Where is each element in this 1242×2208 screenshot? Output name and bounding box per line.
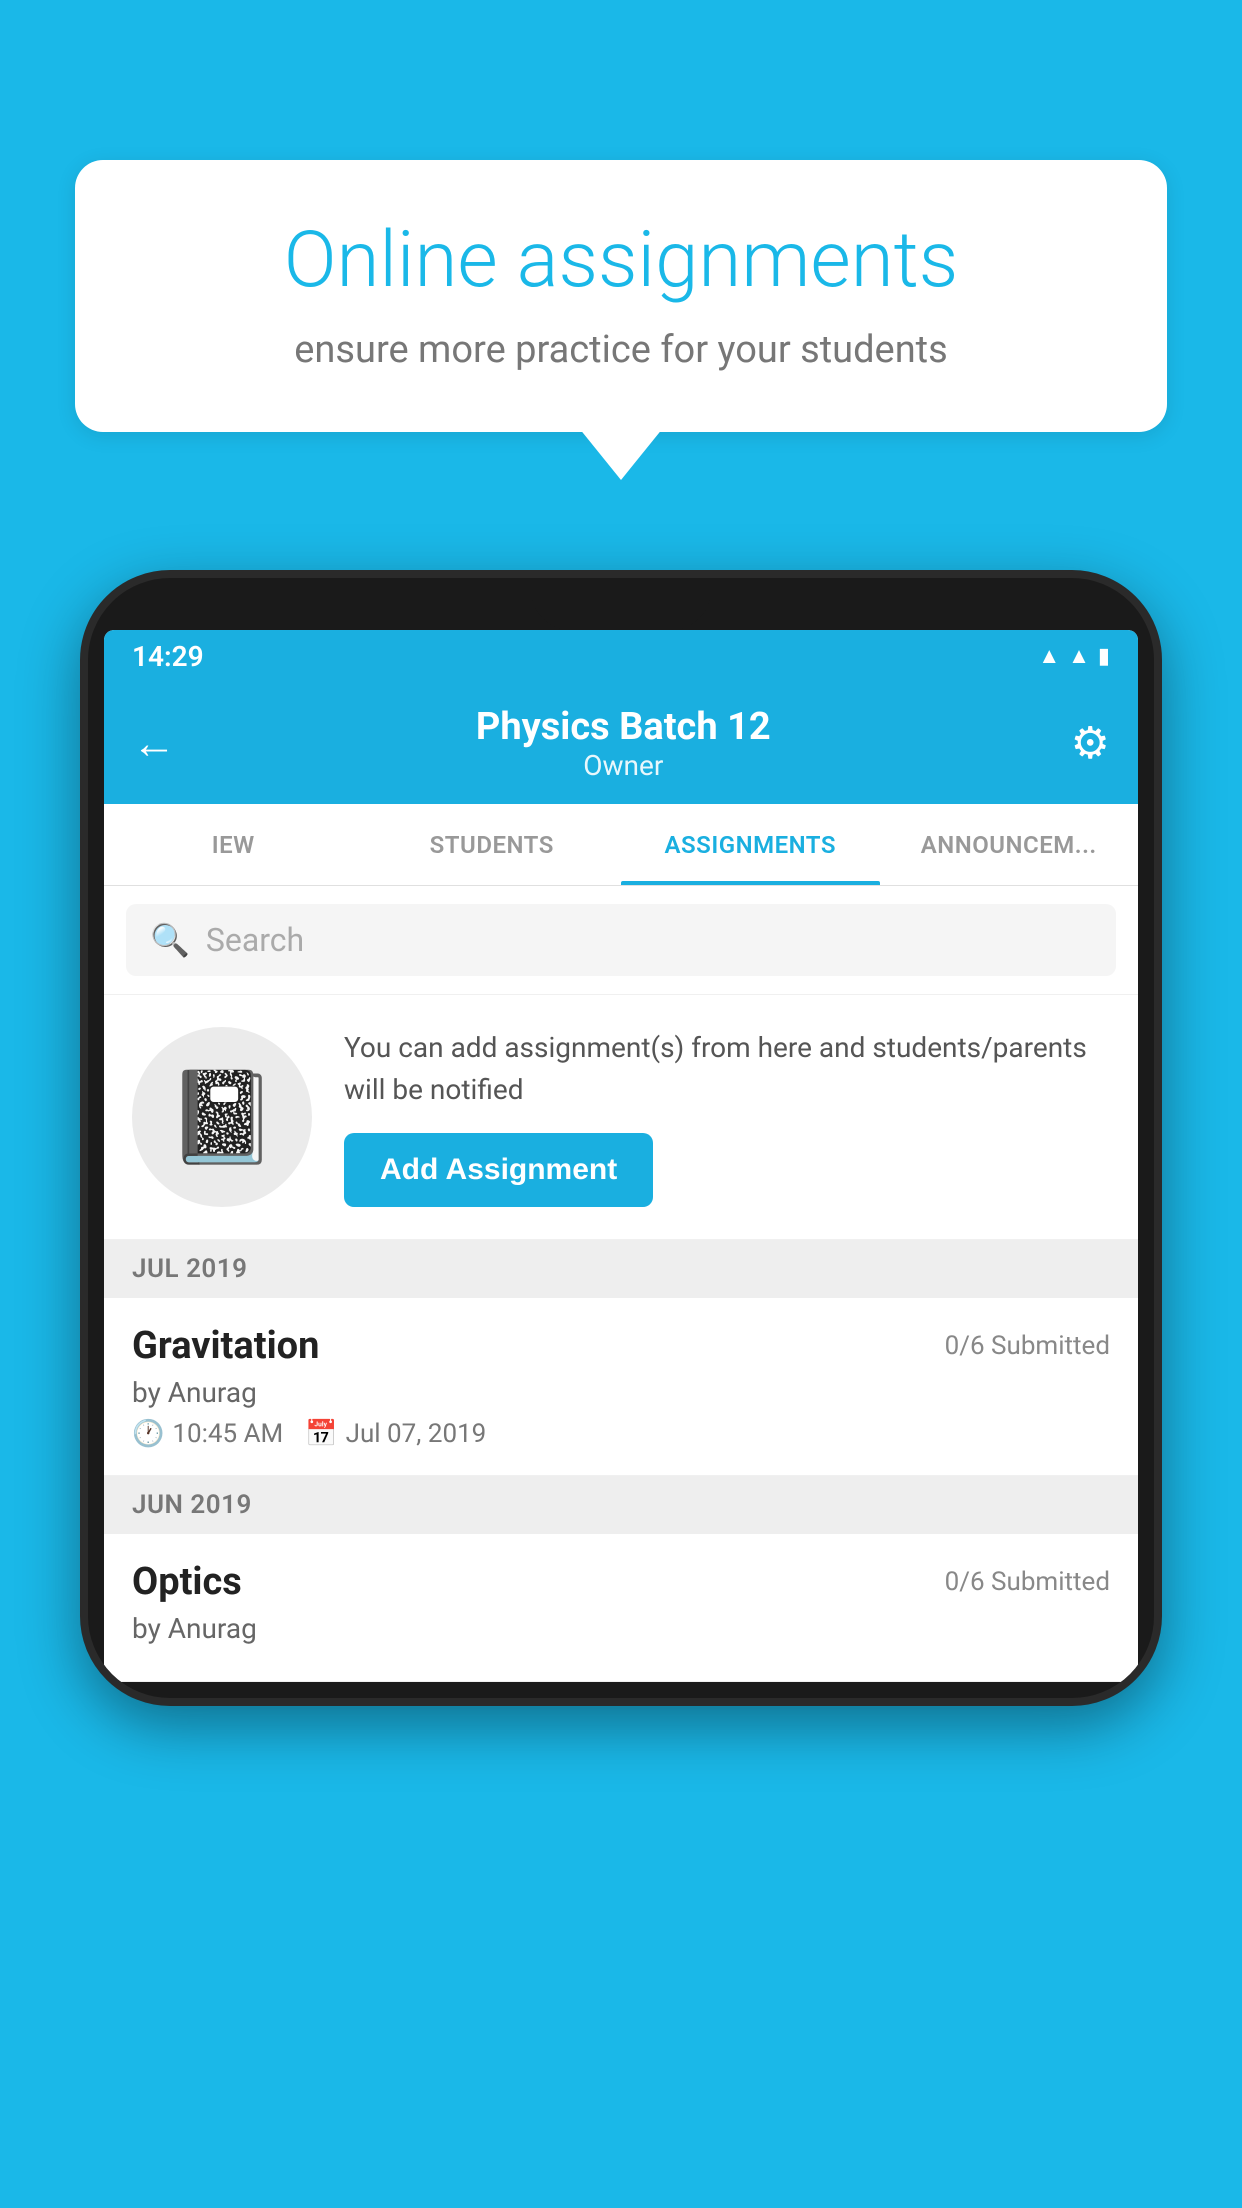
tab-announcements[interactable]: ANNOUNCEM...: [880, 804, 1139, 885]
wifi-icon: ▲: [1038, 643, 1060, 669]
header-title: Physics Batch 12: [476, 705, 771, 749]
section-header-jun: JUN 2019: [104, 1476, 1138, 1534]
notebook-icon: 📓: [166, 1065, 278, 1170]
assignment-name-optics: Optics: [132, 1560, 242, 1604]
battery-icon: ▮: [1098, 644, 1110, 669]
search-container: 🔍 Search: [104, 886, 1138, 995]
calendar-icon: 📅: [305, 1419, 337, 1449]
assignment-row1-optics: Optics 0/6 Submitted: [132, 1560, 1110, 1604]
app-header: ← Physics Batch 12 Owner ⚙: [104, 682, 1138, 804]
assignment-submitted-optics: 0/6 Submitted: [945, 1567, 1110, 1597]
side-button-left-1: [80, 758, 88, 818]
assignment-submitted-gravitation: 0/6 Submitted: [945, 1331, 1110, 1361]
promo-icon-circle: 📓: [132, 1027, 312, 1207]
speech-bubble-container: Online assignments ensure more practice …: [75, 160, 1167, 432]
speech-bubble-title: Online assignments: [140, 215, 1102, 306]
phone-container: 14:29 ▲ ▲ ▮ ← Physics Batch 12 Owner ⚙: [80, 570, 1162, 1706]
tab-iew[interactable]: IEW: [104, 804, 363, 885]
phone-frame: 14:29 ▲ ▲ ▮ ← Physics Batch 12 Owner ⚙: [80, 570, 1162, 1706]
tab-assignments[interactable]: ASSIGNMENTS: [621, 804, 880, 885]
search-icon: 🔍: [150, 921, 190, 959]
promo-text: You can add assignment(s) from here and …: [344, 1027, 1110, 1111]
search-placeholder: Search: [206, 921, 304, 959]
tab-students[interactable]: STUDENTS: [363, 804, 622, 885]
assignment-promo: 📓 You can add assignment(s) from here an…: [104, 995, 1138, 1240]
section-header-jul: JUL 2019: [104, 1240, 1138, 1298]
assignment-time-gravitation: 🕐 10:45 AM: [132, 1419, 283, 1449]
assignment-meta-gravitation: 🕐 10:45 AM 📅 Jul 07, 2019: [132, 1419, 1110, 1449]
speech-bubble-subtitle: ensure more practice for your students: [140, 328, 1102, 372]
assignment-name-gravitation: Gravitation: [132, 1324, 319, 1368]
phone-screen: 14:29 ▲ ▲ ▮ ← Physics Batch 12 Owner ⚙: [104, 630, 1138, 1682]
status-icons: ▲ ▲ ▮: [1038, 643, 1110, 669]
header-title-group: Physics Batch 12 Owner: [476, 705, 771, 782]
header-subtitle: Owner: [476, 749, 771, 782]
status-bar: 14:29 ▲ ▲ ▮: [104, 630, 1138, 682]
clock-icon: 🕐: [132, 1419, 164, 1449]
back-button[interactable]: ←: [132, 717, 176, 769]
assignment-item-optics[interactable]: Optics 0/6 Submitted by Anurag: [104, 1534, 1138, 1682]
promo-content: You can add assignment(s) from here and …: [344, 1027, 1110, 1207]
assignment-by-optics: by Anurag: [132, 1612, 1110, 1645]
status-time: 14:29: [132, 640, 204, 673]
power-button: [1154, 798, 1162, 878]
side-button-left-3: [80, 968, 88, 1068]
signal-icon: ▲: [1068, 643, 1090, 669]
side-button-left-2: [80, 848, 88, 948]
assignment-by-gravitation: by Anurag: [132, 1376, 1110, 1409]
assignment-date-gravitation: 📅 Jul 07, 2019: [305, 1419, 486, 1449]
add-assignment-button[interactable]: Add Assignment: [344, 1133, 653, 1207]
speech-bubble: Online assignments ensure more practice …: [75, 160, 1167, 432]
assignment-item-gravitation[interactable]: Gravitation 0/6 Submitted by Anurag 🕐 10…: [104, 1298, 1138, 1476]
tabs-bar: IEW STUDENTS ASSIGNMENTS ANNOUNCEM...: [104, 804, 1138, 886]
settings-icon[interactable]: ⚙: [1071, 717, 1110, 769]
phone-notch: [531, 578, 711, 630]
assignment-row1: Gravitation 0/6 Submitted: [132, 1324, 1110, 1368]
search-bar[interactable]: 🔍 Search: [126, 904, 1116, 976]
